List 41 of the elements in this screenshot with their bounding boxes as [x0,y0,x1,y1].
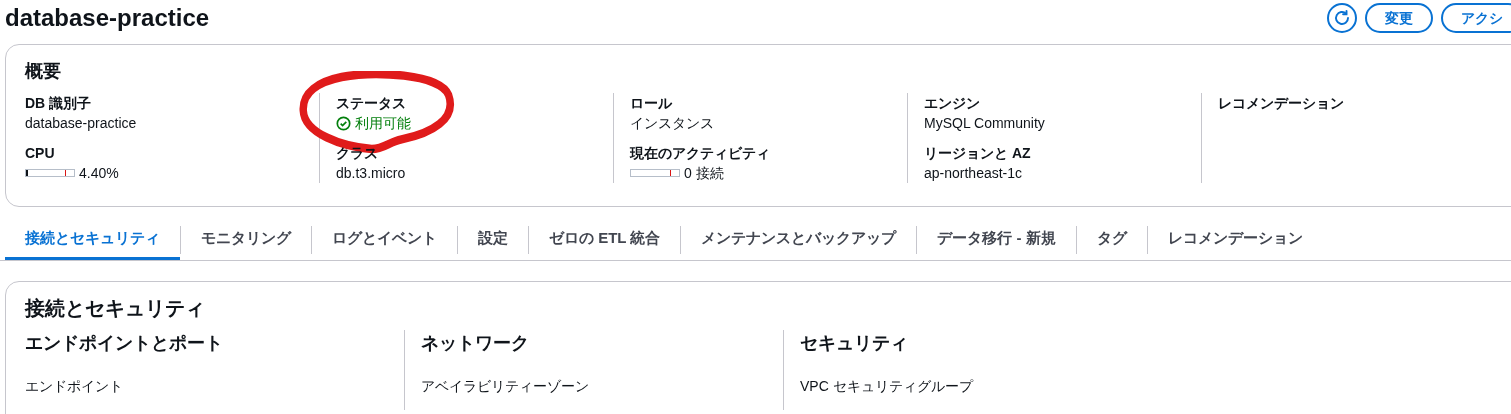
field-label: アベイラビリティーゾーン [421,377,590,396]
tab[interactable]: メンテナンスとバックアップ [681,219,917,260]
field-label: ロール [630,94,673,113]
action-button[interactable]: 変更 [1365,3,1433,33]
tab[interactable]: タグ [1076,219,1147,260]
refresh-icon [1333,9,1351,27]
tab[interactable]: ログとイベント [312,219,457,260]
refresh-button[interactable] [1327,3,1357,33]
column-heading: セキュリティ [800,332,909,355]
action-button[interactable]: アクシ [1441,3,1511,33]
column-heading: エンドポイントとポート [25,332,224,355]
field-value: インスタンス [630,114,715,133]
meter-reading: 4.40% [79,163,119,183]
meter-reading: 0 接続 [684,163,724,183]
page-title: database-practice [5,4,210,32]
field-label: リージョンと AZ [924,144,1032,163]
field-label: ステータス [336,94,407,113]
tab[interactable]: レコメンデーション [1147,219,1323,260]
field-label: 現在のアクティビティ [630,144,771,163]
field-label: DB 識別子 [25,94,93,113]
field-label: レコメンデーション [1218,94,1345,113]
tab[interactable]: データ移行 - 新規 [917,219,1076,260]
column-heading: ネットワーク [421,332,530,355]
field-label: エンドポイント [25,377,124,396]
check-circle-icon [336,115,351,131]
field-label: エンジン [924,94,981,113]
threshold-mark [670,170,671,176]
field-value: database-practice [25,114,138,133]
field-label: CPU [25,144,56,163]
section-title: 接続とセキュリティ [25,296,206,321]
field-value: MySQL Community [924,114,1046,133]
status-text: 利用可能 [355,114,411,133]
field-label: VPC セキュリティグループ [800,377,975,396]
tab[interactable]: 設定 [458,219,528,260]
section-title: 概要 [25,60,62,83]
tab[interactable]: モニタリング [181,219,311,260]
field-value: ap-northeast-1c [924,164,1024,183]
field-value: db.t3.micro [336,164,407,183]
tab[interactable]: 接続とセキュリティ [5,219,180,260]
tab[interactable]: ゼロの ETL 統合 [529,219,681,260]
threshold-mark [65,170,66,176]
